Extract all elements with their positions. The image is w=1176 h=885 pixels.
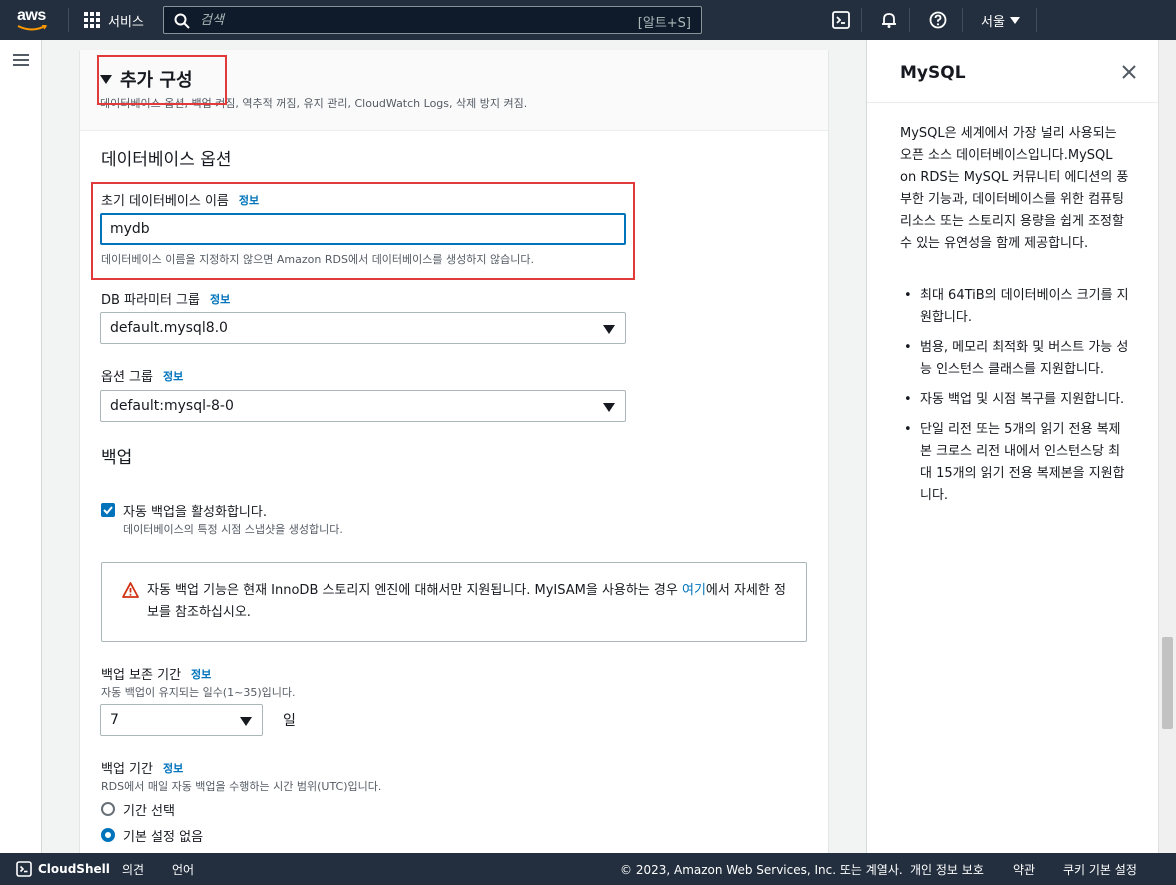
aws-logo[interactable]: aws: [15, 7, 51, 33]
region-selector[interactable]: 서울: [981, 11, 1020, 30]
option-group-value: default:mysql-8-0: [110, 398, 234, 414]
region-label: 서울: [981, 15, 1005, 30]
db-options-heading: 데이터베이스 옵션: [101, 150, 232, 170]
retention-select[interactable]: 7: [100, 704, 263, 736]
backup-window-label-text: 백업 기간: [101, 762, 153, 777]
caret-down-icon: [603, 325, 615, 334]
initial-db-name-input[interactable]: [100, 213, 626, 245]
search-input[interactable]: [200, 10, 600, 30]
section-title-text: 추가 구성: [120, 70, 193, 91]
db-parameter-group-label-text: DB 파라미터 그룹: [101, 293, 200, 308]
option-group-select[interactable]: default:mysql-8-0: [100, 390, 626, 422]
nav-separator: [1036, 8, 1037, 32]
retention-label-text: 백업 보존 기간: [101, 668, 182, 683]
alert-here-link[interactable]: 여기: [682, 583, 706, 598]
footer-terms-link[interactable]: 약관: [1013, 861, 1035, 878]
retention-hint: 자동 백업이 유지되는 일수(1~35)입니다.: [101, 686, 296, 699]
help-panel: MySQL MySQL은 세계에서 가장 널리 사용되는 오픈 소스 데이터베이…: [866, 40, 1159, 853]
help-bullet-item: 최대 64TiB의 데이터베이스 크기를 지원합니다.: [900, 285, 1132, 329]
footer: CloudShell 의견 언어 © 2023, Amazon Web Serv…: [0, 853, 1176, 885]
bell-icon[interactable]: [880, 11, 898, 29]
initial-db-name-hint: 데이터베이스 이름을 지정하지 않으면 Amazon RDS에서 데이터베이스를…: [101, 253, 534, 266]
auto-backup-hint: 데이터베이스의 특정 시점 스냅샷을 생성합니다.: [123, 523, 343, 536]
help-bullet-item: 단일 리전 또는 5개의 읽기 전용 복제본 크로스 리전 내에서 인스턴스당 …: [900, 419, 1132, 507]
nav-separator: [962, 8, 963, 32]
cloudshell-icon[interactable]: [832, 11, 850, 29]
option-group-label: 옵션 그룹 정보: [101, 366, 183, 386]
footer-feedback-link[interactable]: 의견: [122, 861, 144, 878]
help-bullet-item: 범용, 메모리 최적화 및 버스트 가능 성능 인스턴스 클래스를 지원합니다.: [900, 337, 1132, 381]
initial-db-name-label: 초기 데이터베이스 이름 정보: [101, 190, 259, 210]
help-panel-intro: MySQL은 세계에서 가장 널리 사용되는 오픈 소스 데이터베이스입니다.M…: [900, 126, 1129, 251]
alert-text: 자동 백업 기능은 현재 InnoDB 스토리지 엔진에 대해서만 지원됩니다.…: [147, 583, 682, 598]
backup-window-label: 백업 기간 정보: [101, 758, 183, 778]
option-group-label-text: 옵션 그룹: [101, 370, 153, 385]
menu-icon[interactable]: [13, 54, 29, 67]
search-box[interactable]: [알트+S]: [163, 6, 702, 34]
db-parameter-group-select[interactable]: default.mysql8.0: [100, 312, 626, 344]
aws-logo-text: aws: [17, 7, 46, 24]
expand-caret-icon: [100, 74, 112, 84]
retention-unit: 일: [283, 713, 296, 729]
caret-down-icon: [1009, 16, 1020, 24]
window-option-select-label[interactable]: 기간 선택: [123, 800, 175, 819]
caret-down-icon: [240, 717, 252, 726]
warning-icon: [122, 582, 139, 598]
retention-value: 7: [110, 712, 119, 728]
footer-cloudshell-button[interactable]: CloudShell: [16, 861, 110, 877]
top-navigation: aws 서비스 [알트+S] 서울: [0, 0, 1176, 40]
search-icon: [174, 13, 190, 29]
help-icon[interactable]: [929, 11, 947, 29]
main-content: 추가 구성 데이터베이스 옵션, 백업 켜짐, 역추적 꺼짐, 유지 관리, C…: [43, 40, 865, 853]
left-rail: [0, 40, 42, 853]
auto-backup-label[interactable]: 자동 백업을 활성화합니다.: [123, 501, 267, 520]
retention-label: 백업 보존 기간 정보: [101, 664, 211, 684]
help-panel-title: MySQL: [900, 63, 966, 83]
footer-language-link[interactable]: 언어: [172, 861, 194, 878]
innodb-warning-alert: 자동 백업 기능은 현재 InnoDB 스토리지 엔진에 대해서만 지원됩니다.…: [101, 562, 807, 642]
initial-db-name-info-link[interactable]: 정보: [239, 192, 259, 208]
nav-separator: [909, 8, 910, 32]
footer-copyright: © 2023, Amazon Web Services, Inc. 또는 계열사…: [620, 863, 903, 877]
footer-cloudshell-label: CloudShell: [38, 862, 110, 876]
grid-icon: [84, 12, 100, 28]
alert-message: 자동 백업 기능은 현재 InnoDB 스토리지 엔진에 대해서만 지원됩니다.…: [147, 580, 787, 624]
initial-db-name-label-text: 초기 데이터베이스 이름: [101, 194, 229, 209]
retention-info-link[interactable]: 정보: [191, 666, 211, 682]
window-option-no-preference-label[interactable]: 기본 설정 없음: [123, 826, 203, 845]
search-shortcut-hint: [알트+S]: [637, 16, 691, 31]
backup-heading: 백업: [101, 448, 133, 468]
section-description: 데이터베이스 옵션, 백업 켜짐, 역추적 꺼짐, 유지 관리, CloudWa…: [100, 97, 528, 110]
cloudshell-icon: [16, 861, 32, 877]
help-bullet-item: 자동 백업 및 시점 복구를 지원합니다.: [900, 389, 1132, 411]
backup-window-hint: RDS에서 매일 자동 백업을 수행하는 시간 범위(UTC)입니다.: [101, 780, 382, 793]
panel-header[interactable]: 추가 구성 데이터베이스 옵션, 백업 켜짐, 역추적 꺼짐, 유지 관리, C…: [80, 50, 828, 131]
section-title[interactable]: 추가 구성: [100, 66, 193, 92]
auto-backup-checkbox[interactable]: [101, 503, 115, 517]
nav-separator: [68, 8, 69, 32]
db-parameter-group-value: default.mysql8.0: [110, 320, 228, 336]
help-divider: [867, 102, 1159, 103]
aws-smile-icon: [17, 25, 47, 31]
db-parameter-group-label: DB 파라미터 그룹 정보: [101, 289, 230, 309]
services-menu-button[interactable]: 서비스: [84, 10, 144, 30]
scrollbar-thumb[interactable]: [1162, 637, 1173, 729]
db-parameter-group-info-link[interactable]: 정보: [210, 291, 230, 307]
help-bullet-list: 최대 64TiB의 데이터베이스 크기를 지원합니다. 범용, 메모리 최적화 …: [900, 285, 1132, 515]
caret-down-icon: [603, 403, 615, 412]
footer-privacy-link[interactable]: 개인 정보 보호: [910, 861, 984, 878]
window-option-no-preference-radio[interactable]: [101, 828, 115, 842]
footer-cookie-link[interactable]: 쿠키 기본 설정: [1063, 861, 1137, 878]
additional-config-panel: 추가 구성 데이터베이스 옵션, 백업 켜짐, 역추적 꺼짐, 유지 관리, C…: [80, 50, 828, 853]
check-icon: [103, 506, 113, 515]
window-option-select-radio[interactable]: [101, 802, 115, 816]
close-icon[interactable]: [1121, 64, 1137, 80]
nav-separator: [861, 8, 862, 32]
backup-window-info-link[interactable]: 정보: [163, 760, 183, 776]
option-group-info-link[interactable]: 정보: [163, 368, 183, 384]
services-label: 서비스: [108, 14, 144, 30]
page-scrollbar[interactable]: [1158, 40, 1176, 853]
